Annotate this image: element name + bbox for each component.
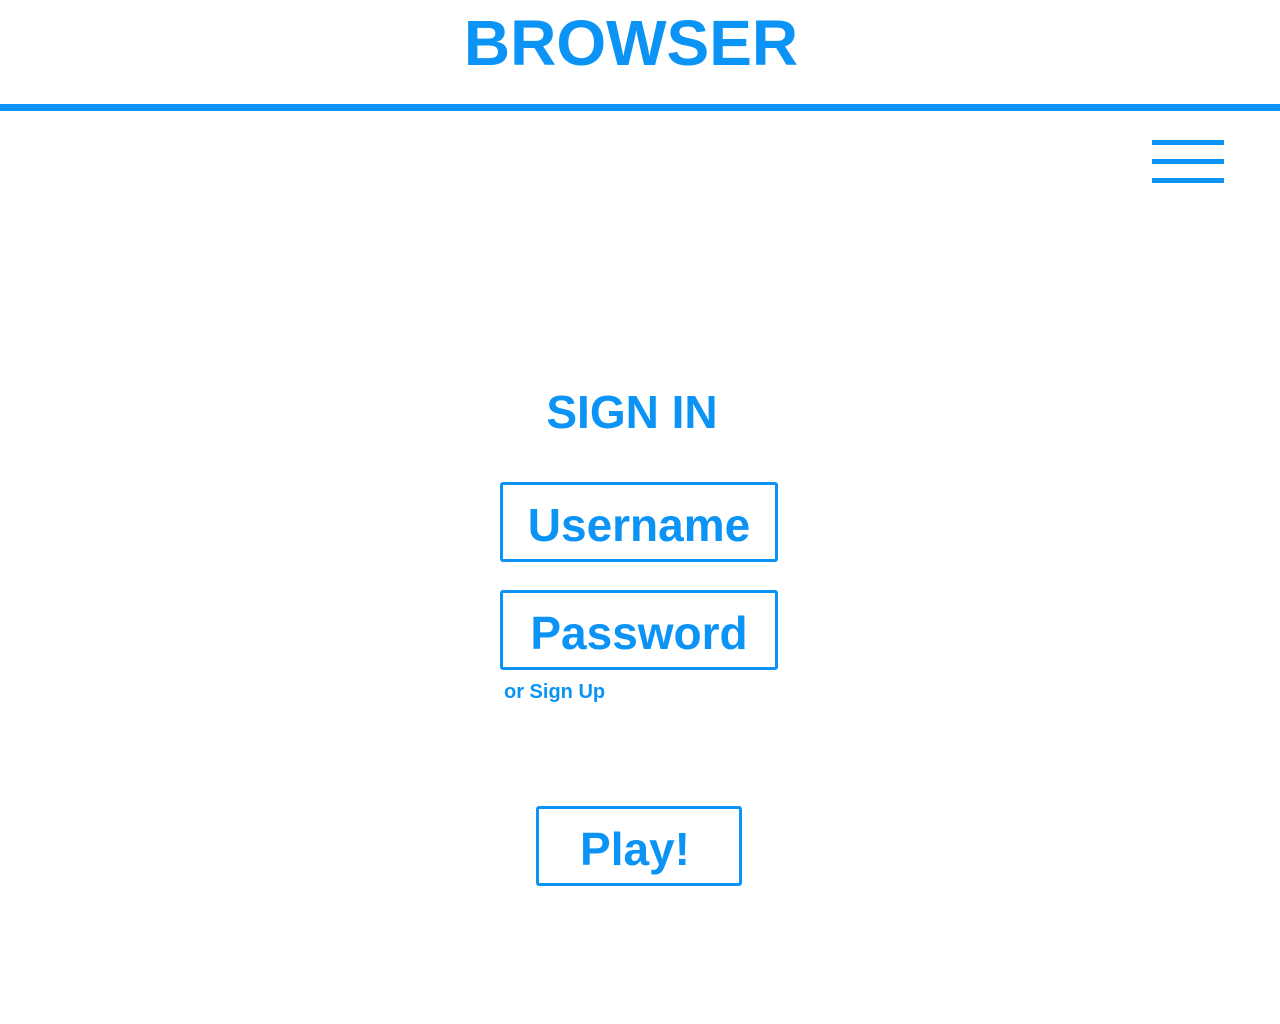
page: BROWSER SIGN IN Username Password or Sig… [0, 0, 1280, 1024]
play-button[interactable]: Play! [536, 806, 742, 886]
app-title: BROWSER [463, 7, 799, 79]
password-placeholder: Password [530, 607, 748, 659]
username-placeholder: Username [527, 499, 751, 551]
signup-link[interactable]: or Sign Up [504, 680, 605, 704]
header-divider [0, 104, 1280, 111]
hamburger-menu-icon[interactable] [1152, 140, 1224, 184]
menu-bar-top [1152, 140, 1224, 145]
username-field[interactable]: Username [500, 482, 778, 562]
password-field[interactable]: Password [500, 590, 778, 670]
signin-heading: SIGN IN [546, 386, 718, 438]
menu-bar-middle [1152, 159, 1224, 164]
play-button-label: Play! [580, 823, 690, 875]
menu-bar-bottom [1152, 178, 1224, 183]
